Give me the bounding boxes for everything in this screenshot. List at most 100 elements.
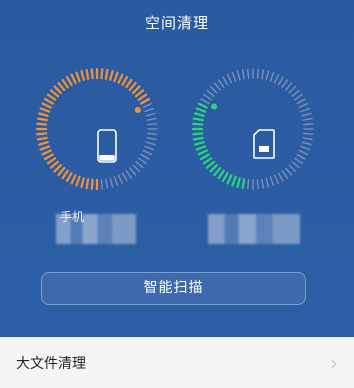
gauge-tick-filled xyxy=(46,157,57,165)
gauge-tick-filled xyxy=(209,163,219,173)
gauge-tick xyxy=(132,164,141,173)
phone-gauge-indicator-dot xyxy=(134,106,141,113)
gauge-tick xyxy=(269,176,275,187)
gauge-tick-filled xyxy=(113,71,119,83)
sd-storage-label xyxy=(208,206,300,246)
gauge-tick xyxy=(200,98,210,105)
gauge-tick xyxy=(125,170,133,179)
gauge-tick-filled xyxy=(241,178,246,190)
gauge-tick xyxy=(294,157,303,165)
gauge-tick xyxy=(146,117,157,121)
gauge-tick xyxy=(265,70,270,81)
gauge-tick xyxy=(273,73,280,84)
gauge-tick-filled xyxy=(192,132,204,136)
redacted-mosaic xyxy=(208,214,300,244)
gauge-tick-filled xyxy=(85,178,90,190)
gauge-tick-filled xyxy=(61,169,69,180)
gauge-tick-filled xyxy=(134,89,145,98)
gauge-tick-filled xyxy=(192,122,204,126)
gauge-tick xyxy=(203,93,212,101)
gauge-tick-filled xyxy=(205,160,216,169)
gauge-tick-filled xyxy=(36,122,48,126)
sd-gauge-indicator-dot xyxy=(211,103,218,110)
gauge-tick xyxy=(135,161,144,169)
gauge-tick-filled xyxy=(39,145,51,151)
gauge-tick-filled xyxy=(221,172,229,183)
gauge-tick-filled xyxy=(36,132,48,136)
gauge-tick-filled xyxy=(131,85,141,95)
gauge-tick-filled xyxy=(37,141,49,146)
gauge-tick xyxy=(213,82,221,91)
gauge-tick-filled xyxy=(80,177,85,189)
gauge-tick-filled xyxy=(43,153,54,161)
gauge-tick-filled xyxy=(57,81,66,92)
gauge-tick xyxy=(269,71,275,82)
gauge-tick xyxy=(144,107,155,113)
gauge-tick xyxy=(147,132,158,135)
gauge-tick xyxy=(296,153,306,160)
gauge-tick-filled xyxy=(197,149,208,156)
gauge-tick xyxy=(288,85,297,94)
gauge-tick xyxy=(226,73,233,84)
gauge-tick xyxy=(113,176,119,187)
gauge-tick xyxy=(121,172,128,182)
gauge-tick xyxy=(145,112,156,117)
gauge-tick-filled xyxy=(104,68,109,80)
gauge-tick-filled xyxy=(36,117,48,122)
gauge-tick-filled xyxy=(195,107,207,113)
gauge-tick-filled xyxy=(90,68,94,80)
gauge-tick xyxy=(117,174,124,185)
smart-scan-button[interactable]: 智能扫描 xyxy=(41,272,306,305)
gauge-tick xyxy=(281,79,289,88)
gauge-tick-filled xyxy=(213,166,222,177)
gauge-tick xyxy=(273,174,280,185)
gauge-tick xyxy=(277,172,284,182)
gauge-tick xyxy=(285,82,293,91)
gauge-tick-filled xyxy=(36,136,48,141)
gauge-tick xyxy=(109,177,114,188)
gauge-tick xyxy=(138,157,147,165)
gauge-tick xyxy=(281,170,289,179)
gauge-tick-filled xyxy=(53,163,63,173)
gauge-tick xyxy=(303,132,314,135)
gauge-tick xyxy=(129,167,137,176)
gauge-tick-filled xyxy=(39,107,51,113)
sd-storage-gauge[interactable] xyxy=(190,66,316,192)
gauge-tick xyxy=(217,79,225,88)
gauge-tick-filled xyxy=(140,97,151,105)
gauge-tick xyxy=(209,85,218,94)
gauge-tick xyxy=(236,70,241,81)
gauge-tick-filled xyxy=(236,177,241,189)
gauge-tick-filled xyxy=(75,71,81,83)
gauge-tick xyxy=(142,102,153,109)
gauge-tick xyxy=(146,137,157,141)
gauge-tick-filled xyxy=(195,145,207,151)
gauge-tick-filled xyxy=(117,73,124,84)
gauge-tick-filled xyxy=(49,160,60,169)
gauge-tick xyxy=(142,149,153,156)
gauge-tick-filled xyxy=(199,153,210,161)
gauge-tick xyxy=(247,179,250,190)
gauge-tick xyxy=(288,164,297,173)
gauge-tick xyxy=(105,178,109,189)
gauge-tick xyxy=(277,76,284,86)
gauge-tick-filled xyxy=(53,85,63,95)
cleanup-list: 大文件清理 › xyxy=(0,337,354,388)
list-item-large-file-cleanup[interactable]: 大文件清理 › xyxy=(0,337,354,388)
gauge-tick xyxy=(300,107,311,113)
gauge-tick xyxy=(298,102,309,109)
gauge-tick-filled xyxy=(217,169,225,180)
gauge-tick xyxy=(140,153,150,160)
gauge-tick-filled xyxy=(121,75,129,86)
gauge-tick xyxy=(265,177,270,188)
gauge-tick xyxy=(302,137,313,141)
gauge-tick xyxy=(147,123,158,126)
gauge-tick xyxy=(285,167,293,176)
phone-storage-gauge[interactable] xyxy=(34,66,160,192)
gauge-tick xyxy=(206,89,215,97)
gauge-tick-filled xyxy=(41,102,52,109)
gauge-tick xyxy=(261,69,265,80)
gauge-tick-filled xyxy=(137,93,148,101)
gauge-tick xyxy=(256,68,259,79)
gauge-tick xyxy=(291,161,300,169)
